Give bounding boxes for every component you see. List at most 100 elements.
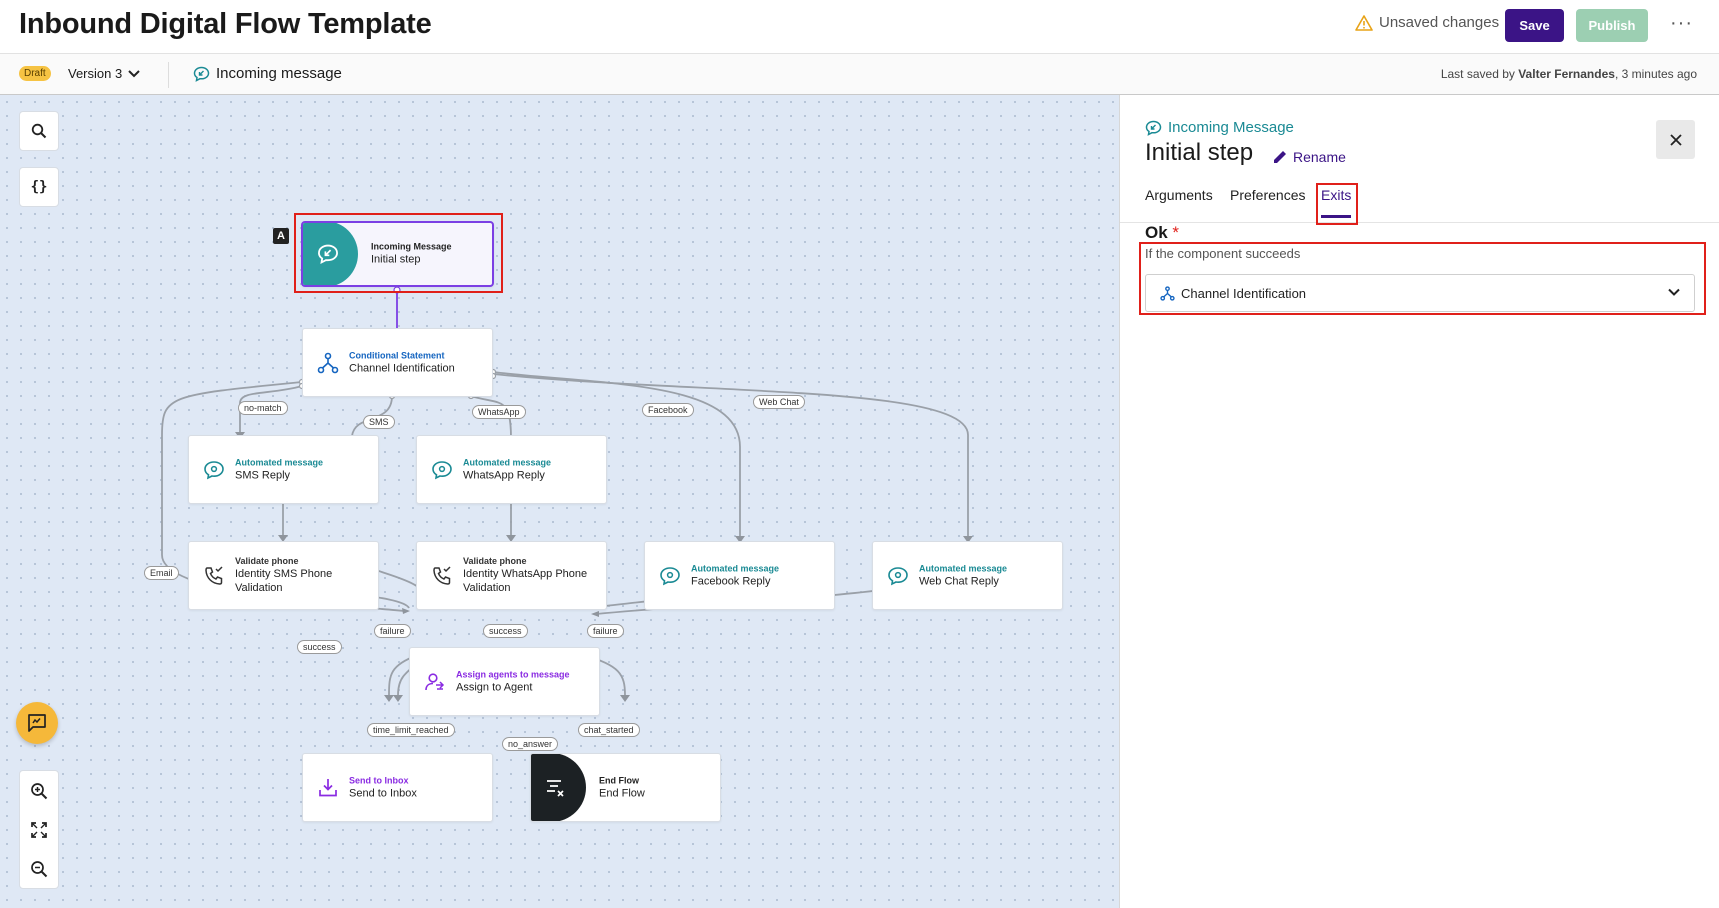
node-label: Send to Inbox (349, 787, 417, 800)
node-sms-reply[interactable]: Automated message SMS Reply (188, 435, 379, 504)
inbox-download-icon (315, 775, 341, 801)
publish-button[interactable]: Publish (1576, 9, 1648, 42)
automated-message-icon (657, 563, 683, 589)
node-label: SMS Reply (235, 469, 291, 482)
feedback-icon (28, 714, 46, 732)
edge-label: chat_started (578, 723, 640, 737)
node-sms-phone-validation[interactable]: Validate phone Identity SMS Phone Valida… (188, 541, 379, 610)
automated-message-icon (201, 457, 227, 483)
node-text: Automated message Facebook Reply (691, 562, 779, 589)
feedback-chat-button[interactable] (16, 702, 58, 744)
automated-message-icon (429, 457, 455, 483)
pencil-icon (1274, 151, 1286, 163)
node-text: End Flow End Flow (599, 774, 645, 801)
node-type: End Flow (599, 775, 639, 786)
page-title: Inbound Digital Flow Template (19, 8, 432, 40)
edge-label: no-match (238, 401, 288, 415)
conditional-branch-icon (315, 350, 341, 376)
node-label: WhatsApp Reply (463, 469, 545, 482)
phone-validate-icon (201, 563, 227, 589)
chevron-down-icon (1668, 288, 1680, 296)
zoom-out-icon (31, 860, 48, 877)
edge-label: WhatsApp (472, 405, 526, 419)
component-type-text: Incoming Message (1168, 119, 1294, 136)
node-label: Initial step (371, 253, 421, 266)
node-send-to-inbox[interactable]: Send to Inbox Send to Inbox (302, 753, 493, 822)
node-whatsapp-phone-validation[interactable]: Validate phone Identity WhatsApp Phone V… (416, 541, 607, 610)
chevron-down-icon (128, 69, 140, 77)
panel-tabs: Arguments Preferences Exits (1120, 185, 1719, 223)
node-type: Send to Inbox (349, 775, 409, 786)
tab-preferences[interactable]: Preferences (1230, 187, 1305, 203)
step-settings-panel: Incoming Message Initial step Rename Arg… (1119, 95, 1719, 908)
incoming-message-icon (193, 66, 210, 82)
close-icon (1669, 133, 1682, 146)
exit-target-value: Channel Identification (1181, 285, 1307, 301)
unsaved-indicator: Unsaved changes (1355, 14, 1499, 31)
zoom-controls (19, 770, 59, 889)
exit-target-select[interactable]: Channel Identification (1145, 274, 1695, 312)
node-end-flow[interactable]: End Flow End Flow (530, 753, 721, 822)
node-label: Identity WhatsApp Phone Validation (463, 567, 588, 595)
node-type: Conditional Statement (349, 350, 445, 361)
node-text: Conditional Statement Channel Identifica… (349, 349, 455, 376)
edge-label: failure (587, 624, 624, 638)
conditional-branch-icon (1160, 285, 1175, 301)
incoming-message-icon (318, 244, 338, 265)
node-text: Automated message Web Chat Reply (919, 562, 1007, 589)
zoom-in-button[interactable] (20, 771, 58, 810)
node-type: Incoming Message (371, 241, 452, 252)
node-type: Automated message (463, 457, 552, 468)
version-dropdown[interactable]: Version 3 (68, 66, 140, 81)
node-text: Automated message SMS Reply (235, 456, 323, 483)
exit-name-text: Ok (1145, 223, 1168, 242)
node-assign-to-agent[interactable]: Assign agents to message Assign to Agent (409, 647, 600, 716)
node-label: Identity SMS Phone Validation (235, 567, 333, 595)
exit-name: Ok * (1145, 223, 1179, 243)
node-text: Assign agents to message Assign to Agent (456, 668, 570, 695)
highlight-box (1316, 183, 1358, 225)
unsaved-text: Unsaved changes (1379, 14, 1500, 31)
step-title: Initial step (1145, 139, 1254, 166)
node-text: Automated message WhatsApp Reply (463, 456, 551, 483)
node-type: Assign agents to message (456, 669, 570, 680)
node-type: Automated message (691, 563, 780, 574)
incoming-message-icon (1145, 120, 1162, 136)
edge-label: success (297, 640, 342, 654)
node-webchat-reply[interactable]: Automated message Web Chat Reply (872, 541, 1063, 610)
component-type: Incoming Message (1145, 119, 1294, 136)
node-text: Send to Inbox Send to Inbox (349, 774, 417, 801)
version-label: Version 3 (68, 66, 123, 81)
flow-canvas[interactable]: {} A Incoming Message Initial step Condi… (0, 95, 1119, 908)
node-whatsapp-reply[interactable]: Automated message WhatsApp Reply (416, 435, 607, 504)
fit-screen-icon (31, 821, 47, 838)
node-channel-identification[interactable]: Conditional Statement Channel Identifica… (302, 328, 493, 397)
automated-message-icon (885, 563, 911, 589)
edge-label: Email (144, 566, 179, 580)
node-label: Facebook Reply (691, 575, 771, 588)
node-initial-step[interactable]: Incoming Message Initial step (301, 221, 494, 287)
end-flow-icon (547, 780, 564, 797)
more-options-icon[interactable]: ··· (1670, 12, 1693, 35)
last-saved-info: Last saved by Valter Fernandes, 3 minute… (1441, 67, 1697, 81)
required-mark: * (1172, 223, 1180, 242)
zoom-out-button[interactable] (20, 849, 58, 888)
rename-button[interactable]: Rename (1272, 149, 1346, 165)
trigger-text: Incoming message (216, 65, 342, 82)
edge-label: SMS (363, 415, 395, 429)
phone-validate-icon (429, 563, 455, 589)
node-text: Validate phone Identity WhatsApp Phone V… (463, 555, 603, 597)
edge-label: Web Chat (753, 395, 805, 409)
node-text: Incoming Message Initial step (371, 241, 452, 268)
edge-label: Facebook (642, 403, 694, 417)
save-button[interactable]: Save (1505, 9, 1564, 42)
node-facebook-reply[interactable]: Automated message Facebook Reply (644, 541, 835, 610)
last-saved-prefix: Last saved by (1440, 67, 1519, 81)
fit-view-button[interactable] (20, 810, 58, 849)
node-label: Assign to Agent (456, 681, 533, 694)
sub-header: Draft Version 3 Incoming message Last sa… (0, 54, 1719, 95)
assign-agent-icon (422, 669, 448, 695)
tab-arguments[interactable]: Arguments (1145, 187, 1213, 203)
close-panel-button[interactable] (1656, 120, 1695, 159)
exit-description: If the component succeeds (1145, 246, 1301, 261)
